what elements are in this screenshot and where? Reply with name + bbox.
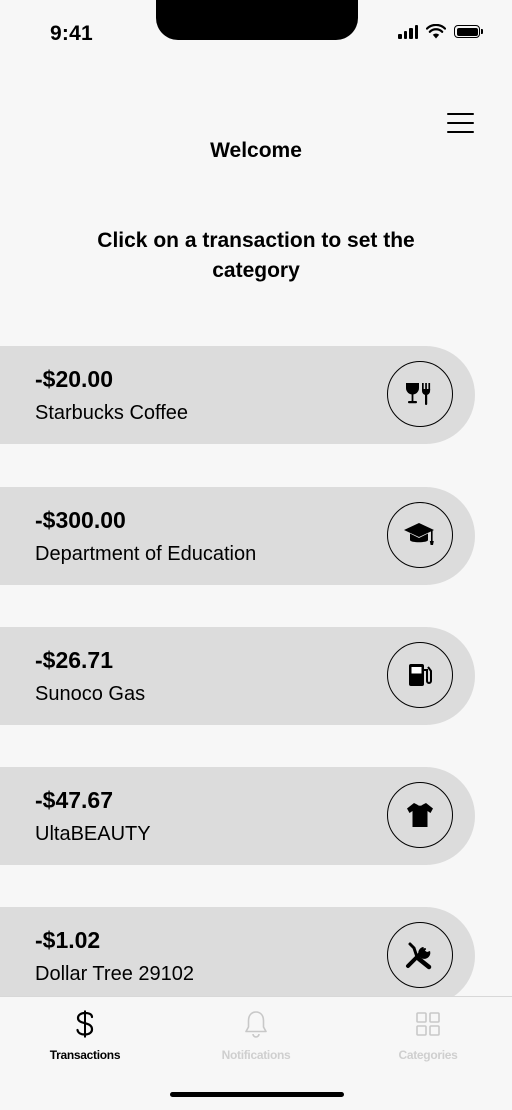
- transaction-amount: -$20.00: [35, 366, 114, 392]
- transaction-merchant: Starbucks Coffee: [35, 402, 189, 424]
- battery-icon: [454, 25, 483, 38]
- transaction-merchant: UltaBEAUTY: [35, 823, 151, 845]
- home-indicator: [170, 1092, 344, 1097]
- device-notch: [156, 0, 358, 40]
- tab-label: Notifications: [221, 1048, 291, 1062]
- transaction-card[interactable]: -$26.71 Sunoco Gas: [0, 627, 475, 725]
- dollar-icon: [70, 1009, 100, 1039]
- tab-categories[interactable]: Categories: [363, 997, 493, 1077]
- transaction-amount: -$47.67: [35, 787, 114, 813]
- cellular-signal-icon: [398, 24, 418, 39]
- category-button[interactable]: [387, 502, 453, 568]
- dining-icon: [406, 383, 431, 405]
- transaction-card[interactable]: -$1.02 Dollar Tree 29102: [0, 907, 475, 1005]
- category-button[interactable]: [387, 782, 453, 848]
- clothing-icon: [407, 803, 433, 827]
- gas-icon: [409, 664, 432, 686]
- tools-icon: [406, 942, 432, 970]
- transaction-amount: -$26.71: [35, 647, 114, 673]
- tab-label: Categories: [398, 1048, 458, 1062]
- transaction-card[interactable]: -$300.00 Department of Education: [0, 487, 475, 585]
- instructions-text: Click on a transaction to set the catego…: [97, 229, 415, 282]
- transaction-merchant: Sunoco Gas: [35, 683, 146, 705]
- status-bar: 9:41: [0, 0, 512, 60]
- transaction-merchant: Dollar Tree 29102: [35, 963, 194, 985]
- category-button[interactable]: [387, 642, 453, 708]
- transaction-amount: -$300.00: [35, 507, 126, 533]
- transaction-card[interactable]: -$47.67 UltaBEAUTY: [0, 767, 475, 865]
- hamburger-menu-icon[interactable]: [444, 110, 478, 136]
- page-title: Welcome: [210, 139, 302, 162]
- bell-icon: [241, 1009, 271, 1039]
- wifi-icon: [426, 24, 446, 39]
- transaction-card[interactable]: -$20.00 Starbucks Coffee: [0, 346, 475, 444]
- tab-transactions[interactable]: Transactions: [20, 997, 150, 1077]
- transaction-amount: -$1.02: [35, 927, 101, 953]
- category-button[interactable]: [387, 922, 453, 988]
- grid-icon: [413, 1009, 443, 1039]
- status-time: 9:41: [50, 22, 93, 45]
- tab-notifications[interactable]: Notifications: [191, 997, 321, 1077]
- transaction-merchant: Department of Education: [35, 543, 257, 565]
- category-button[interactable]: [387, 361, 453, 427]
- tab-label: Transactions: [49, 1048, 121, 1062]
- education-icon: [404, 523, 434, 545]
- status-icons: [398, 24, 483, 39]
